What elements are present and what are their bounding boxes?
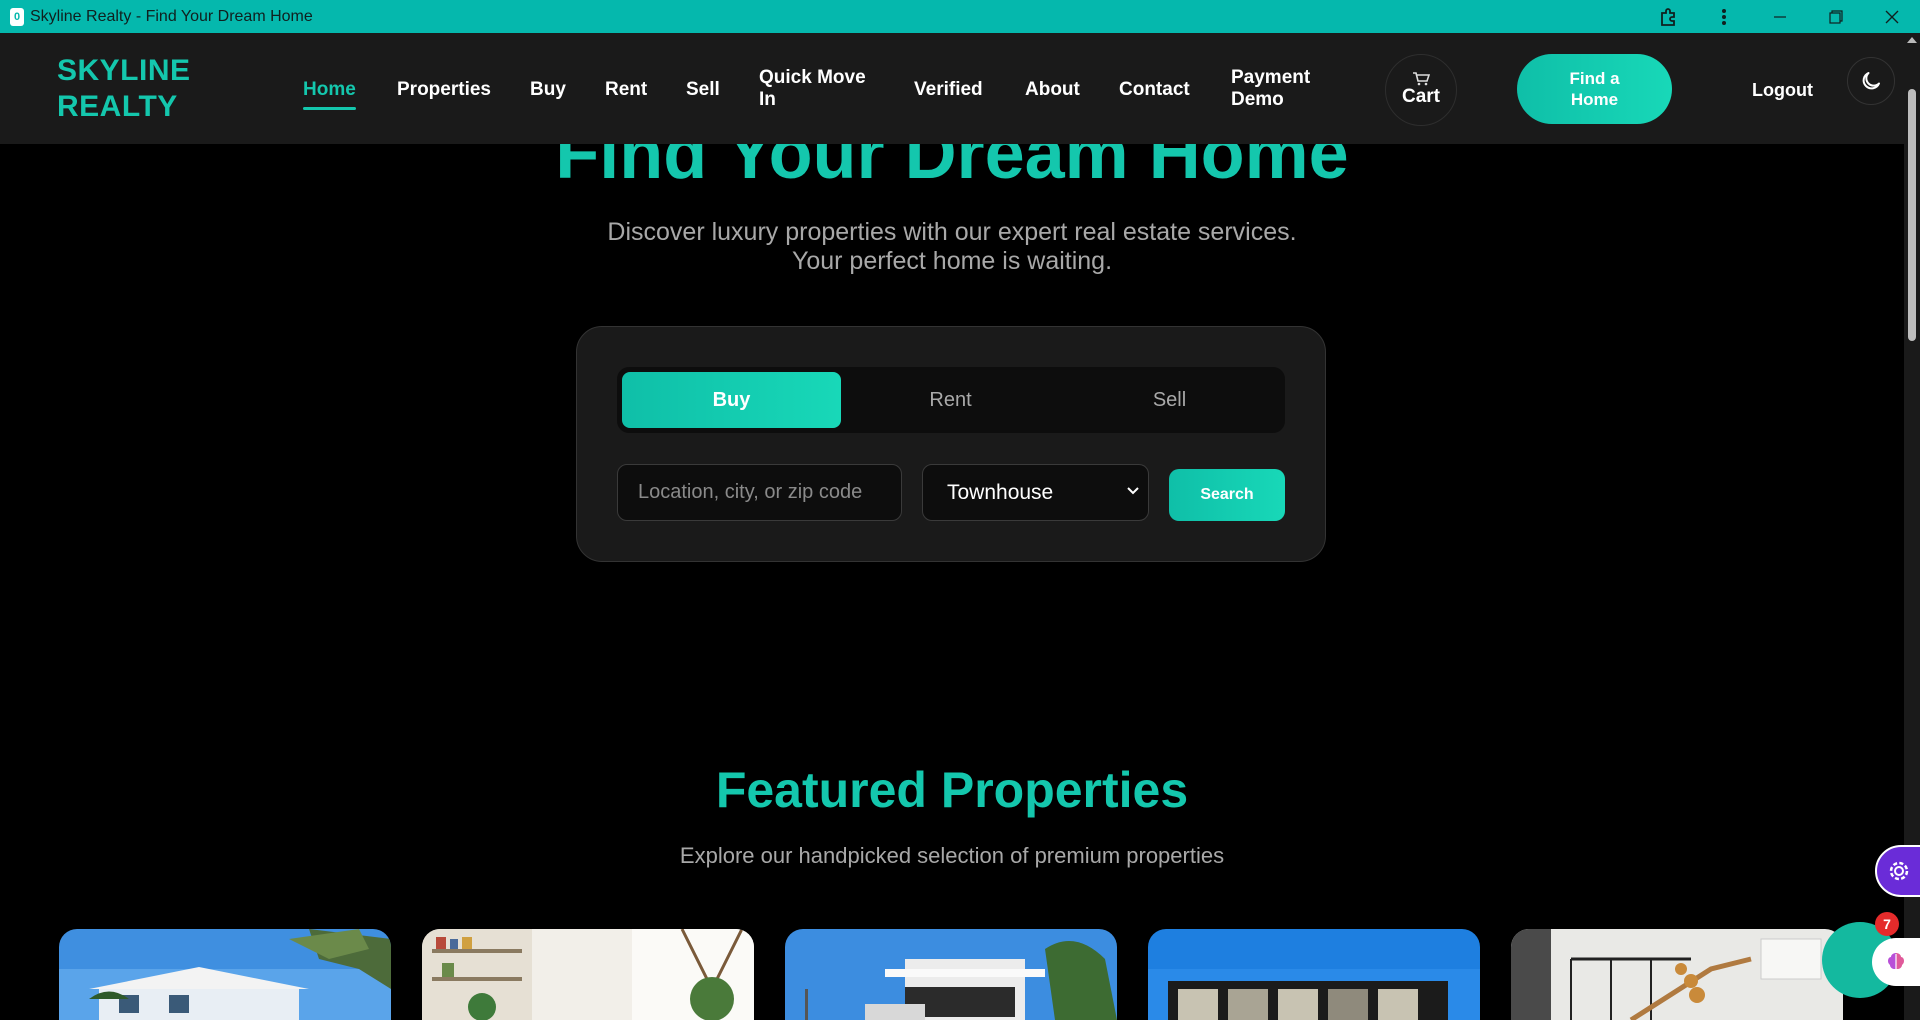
window-title: Skyline Realty - Find Your Dream Home bbox=[30, 7, 313, 25]
accessibility-settings-button[interactable] bbox=[1875, 845, 1920, 897]
nav-properties[interactable]: Properties bbox=[397, 79, 491, 101]
featured-subtitle: Explore our handpicked selection of prem… bbox=[679, 843, 1225, 868]
property-card[interactable] bbox=[1148, 929, 1480, 1020]
property-card[interactable] bbox=[59, 929, 391, 1020]
cart-button[interactable]: Cart bbox=[1385, 54, 1457, 126]
nav-rent[interactable]: Rent bbox=[605, 79, 647, 101]
nav-quick-move-in[interactable]: Quick Move In bbox=[759, 67, 877, 111]
property-image bbox=[422, 929, 754, 1020]
more-icon[interactable] bbox=[1696, 0, 1752, 33]
brand-line1: SKYLINE bbox=[57, 54, 191, 87]
property-image bbox=[1511, 929, 1843, 1020]
featured-title: Featured Properties bbox=[715, 762, 1189, 818]
search-button[interactable]: Search bbox=[1169, 469, 1285, 521]
cart-label: Cart bbox=[1401, 86, 1440, 107]
property-card[interactable] bbox=[422, 929, 754, 1020]
brand-line2: REALTY bbox=[57, 90, 178, 123]
hero-subtitle-line2: Your perfect home is waiting. bbox=[791, 247, 1113, 275]
nav-sell[interactable]: Sell bbox=[686, 79, 720, 101]
tab-buy[interactable]: Buy bbox=[622, 372, 841, 428]
window-controls bbox=[1640, 0, 1920, 33]
logout-button[interactable]: Logout bbox=[1752, 80, 1813, 101]
extensions-icon[interactable] bbox=[1640, 0, 1696, 33]
window-titlebar: 0 Skyline Realty - Find Your Dream Home bbox=[0, 0, 1920, 33]
theme-toggle-button[interactable] bbox=[1847, 57, 1895, 105]
property-image bbox=[1148, 929, 1480, 1020]
nav-verified[interactable]: Verified bbox=[914, 79, 983, 101]
app-icon: 0 bbox=[10, 7, 24, 26]
find-a-home-button[interactable]: Find a Home bbox=[1517, 54, 1672, 124]
scroll-up-arrow[interactable] bbox=[1907, 37, 1917, 43]
chevron-down-icon bbox=[1127, 487, 1139, 495]
nav-payment-demo[interactable]: Payment Demo bbox=[1231, 67, 1329, 111]
tab-sell[interactable]: Sell bbox=[1060, 372, 1279, 428]
location-search-input[interactable] bbox=[617, 464, 902, 521]
chat-notification-badge: 7 bbox=[1875, 912, 1899, 936]
cart-icon bbox=[1413, 72, 1430, 86]
ai-assistant-button[interactable] bbox=[1872, 938, 1920, 986]
property-card[interactable] bbox=[1511, 929, 1843, 1020]
brand-logo[interactable]: SKYLINE REALTY bbox=[57, 53, 237, 125]
search-tabs: Buy Rent Sell bbox=[617, 367, 1285, 433]
property-type-value: Townhouse bbox=[947, 480, 1054, 504]
minimize-icon[interactable] bbox=[1752, 0, 1808, 33]
nav-home[interactable]: Home bbox=[303, 79, 356, 110]
find-a-home-label: Find a Home bbox=[1569, 69, 1620, 109]
property-image bbox=[785, 929, 1117, 1020]
restore-icon[interactable] bbox=[1808, 0, 1864, 33]
close-icon[interactable] bbox=[1864, 0, 1920, 33]
gear-icon bbox=[1889, 861, 1909, 881]
nav-about[interactable]: About bbox=[1025, 79, 1080, 101]
property-image bbox=[59, 929, 391, 1020]
moon-icon bbox=[1862, 72, 1880, 90]
property-card[interactable] bbox=[785, 929, 1117, 1020]
hero-subtitle-line1: Discover luxury properties with our expe… bbox=[607, 218, 1297, 246]
brain-icon bbox=[1888, 953, 1904, 969]
tab-rent[interactable]: Rent bbox=[841, 372, 1060, 428]
scrollbar-thumb[interactable] bbox=[1908, 89, 1916, 341]
hero-subtitle: Discover luxury properties with our expe… bbox=[0, 218, 1904, 276]
nav-contact[interactable]: Contact bbox=[1119, 79, 1190, 101]
property-type-select[interactable]: Townhouse bbox=[922, 464, 1149, 521]
nav-buy[interactable]: Buy bbox=[530, 79, 566, 101]
search-card: Buy Rent Sell Townhouse Search bbox=[576, 326, 1326, 562]
